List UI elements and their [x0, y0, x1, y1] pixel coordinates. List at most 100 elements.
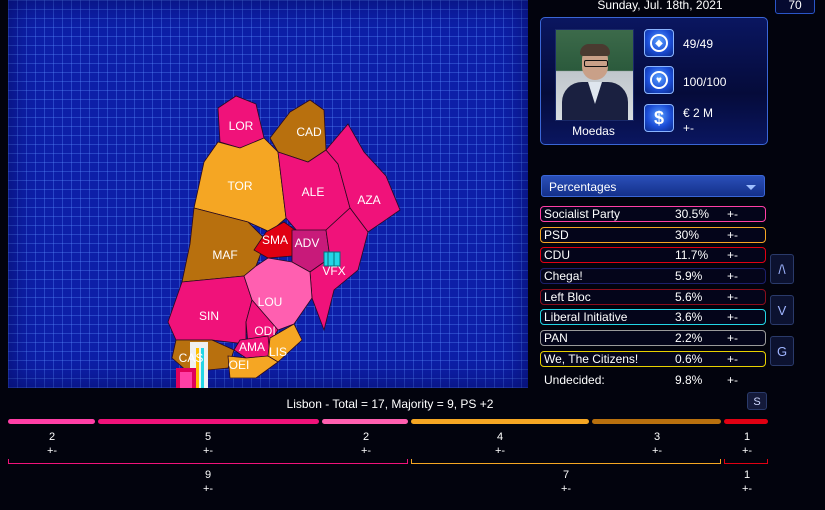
region-label-adv: ADV: [295, 236, 320, 250]
party-delta: +-: [727, 289, 739, 304]
seat-bar: [322, 419, 408, 424]
region-label-oei: OEI: [229, 358, 250, 372]
candidate-name: Moedas: [572, 124, 615, 138]
seat-delta: +-: [46, 445, 58, 457]
seat-count: 2: [48, 431, 56, 443]
seat-delta: +-: [494, 445, 506, 457]
seat-count: 4: [496, 431, 504, 443]
party-row[interactable]: PAN 2.2% +-: [540, 330, 766, 347]
turn-counter: 70: [775, 0, 815, 14]
seat-delta: +-: [202, 445, 214, 457]
chevron-down-icon: [746, 185, 756, 190]
party-row[interactable]: Chega! 5.9% +-: [540, 268, 766, 285]
campaign-points: 49/49: [683, 37, 714, 51]
seat-bar: [411, 419, 589, 424]
electoral-map[interactable]: LOR CAD TOR ALE AZA MAF SMA ADV VFX SIN LOU ODI AMA L…: [8, 0, 528, 388]
health-points: 100/100: [683, 75, 727, 89]
party-percentage: 3.6%: [675, 310, 703, 325]
bloc-seat-delta: +-: [560, 483, 572, 495]
party-list: Socialist Party 30.5% +- PSD 30% +- CDU 11.7% +-…: [540, 206, 766, 392]
bloc-seat-delta: +-: [741, 483, 753, 495]
seat-delta: +-: [741, 445, 753, 457]
money-value: € 2 M: [683, 106, 714, 120]
party-name: We, The Citizens!: [544, 351, 639, 366]
party-delta: +-: [727, 207, 739, 221]
view-mode-select[interactable]: Percentages: [541, 175, 765, 197]
region-label-tor: TOR: [227, 179, 252, 193]
seat-bars: [8, 419, 768, 425]
seat-count: 3: [653, 431, 661, 443]
game-date: Sunday, Jul. 18th, 2021: [597, 0, 723, 12]
party-delta: +-: [727, 248, 739, 263]
party-name: CDU: [544, 248, 570, 263]
scroll-up-button[interactable]: /\: [770, 254, 794, 284]
party-row[interactable]: Liberal Initiative 3.6% +-: [540, 309, 766, 326]
party-percentage: 5.6%: [675, 289, 703, 304]
region-label-lis: LIS: [269, 345, 287, 359]
region-label-cas: CAS: [179, 351, 204, 365]
scroll-down-button[interactable]: V: [770, 295, 794, 325]
party-percentage: 30.5%: [675, 207, 710, 221]
campaign-icon[interactable]: ◆: [644, 29, 674, 57]
seat-column: 4 +-: [470, 431, 530, 457]
party-percentage: 9.8%: [675, 372, 703, 387]
money-icon[interactable]: $: [644, 104, 674, 132]
party-name: PAN: [544, 331, 568, 346]
seat-bar: [724, 419, 768, 424]
money-delta: +-: [683, 121, 695, 135]
seat-delta: +-: [651, 445, 663, 457]
district-map[interactable]: LOR CAD TOR ALE AZA MAF SMA ADVVFX SIN LOU ODI AMA L…: [8, 0, 528, 388]
heart-icon[interactable]: ♥: [644, 66, 674, 94]
seat-column: 3 +-: [627, 431, 687, 457]
bloc-seat-count: 9: [204, 469, 212, 481]
party-percentage: 0.6%: [675, 351, 703, 366]
g-button[interactable]: G: [770, 336, 794, 366]
region-label-lor: LOR: [229, 119, 254, 133]
seat-column: 1 +-: [717, 431, 777, 457]
party-delta: +-: [727, 310, 739, 325]
candidate-portrait[interactable]: [555, 29, 634, 121]
region-label-vfx: VFX: [322, 264, 345, 278]
bloc-seat-column: 1 +-: [717, 469, 777, 495]
bloc-bracket: [8, 459, 408, 464]
party-row[interactable]: CDU 11.7% +-: [540, 247, 766, 264]
seat-column: 5 +-: [178, 431, 238, 457]
region-label-odi: ODI: [254, 324, 275, 338]
region-label-sin: SIN: [199, 309, 219, 323]
party-name: Left Bloc: [544, 289, 591, 304]
party-name: Socialist Party: [544, 207, 621, 221]
party-percentage: 5.9%: [675, 269, 703, 284]
party-delta: +-: [727, 269, 739, 284]
bloc-seat-count: 1: [743, 469, 751, 481]
seat-bar: [98, 419, 319, 424]
party-delta: +-: [727, 331, 739, 346]
seat-bar: [8, 419, 95, 424]
party-name: Chega!: [544, 269, 583, 284]
seat-delta: +-: [360, 445, 372, 457]
bloc-seat-count: 7: [562, 469, 570, 481]
party-delta: +-: [727, 351, 739, 366]
party-row[interactable]: Undecided: 9.8% +-: [540, 372, 766, 388]
party-name: Liberal Initiative: [544, 310, 628, 325]
region-label-lou: LOU: [258, 295, 283, 309]
bloc-bracket: [724, 459, 768, 464]
seat-column: 2 +-: [22, 431, 82, 457]
party-row[interactable]: Socialist Party 30.5% +-: [540, 206, 766, 222]
seat-count: 1: [743, 431, 751, 443]
bloc-bracket: [411, 459, 721, 464]
region-label-sma: SMA: [262, 233, 288, 247]
party-percentage: 2.2%: [675, 331, 703, 346]
bloc-seat-column: 7 +-: [536, 469, 596, 495]
party-row[interactable]: Left Bloc 5.6% +-: [540, 288, 766, 305]
party-percentage: 11.7%: [675, 248, 709, 263]
seat-count: 5: [204, 431, 212, 443]
party-row[interactable]: PSD 30% +-: [540, 226, 766, 243]
view-mode-selected: Percentages: [549, 180, 617, 194]
party-row[interactable]: We, The Citizens! 0.6% +-: [540, 350, 766, 367]
district-summary: Lisbon - Total = 17, Majority = 9, PS +2: [286, 397, 494, 411]
party-delta: +-: [727, 227, 739, 242]
party-name: PSD: [544, 227, 569, 242]
bloc-seat-column: 9 +-: [178, 469, 238, 495]
region-label-aza: AZA: [357, 193, 380, 207]
seat-count: 2: [362, 431, 370, 443]
